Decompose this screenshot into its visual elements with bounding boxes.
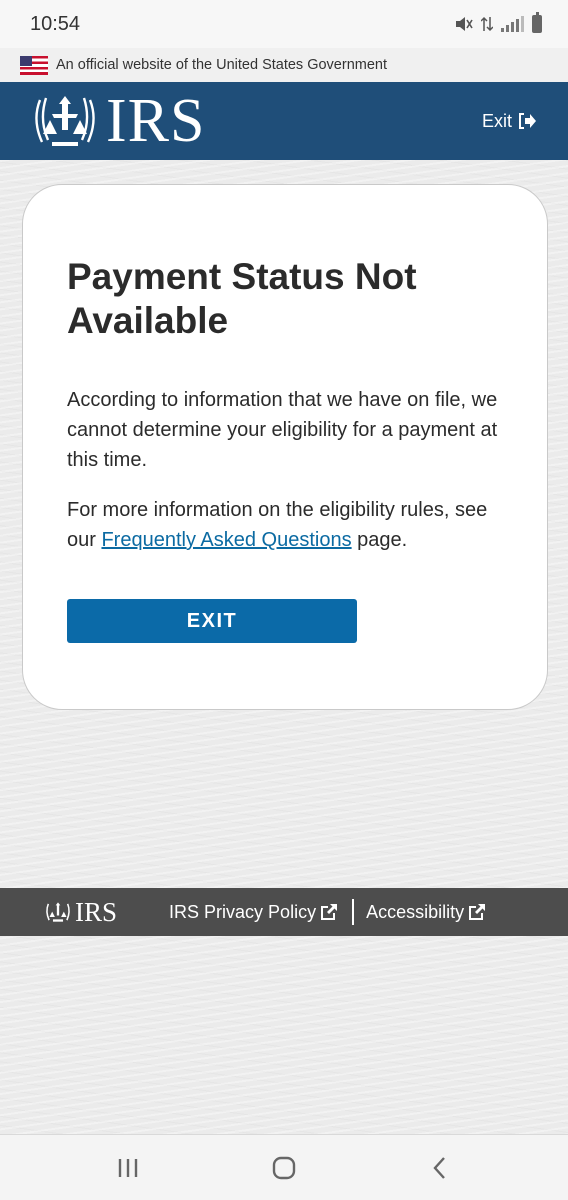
external-link-icon (469, 904, 486, 920)
home-icon (272, 1156, 296, 1179)
back-icon (433, 1156, 445, 1179)
external-link-icon (321, 904, 338, 920)
page-title: Payment Status Not Available (67, 256, 417, 341)
mute-icon (456, 17, 473, 31)
signal-icon (501, 16, 524, 32)
recent-apps-button[interactable] (108, 1148, 148, 1188)
irs-eagle-small-icon (46, 902, 70, 922)
home-button[interactable] (264, 1148, 304, 1188)
privacy-policy-label: IRS Privacy Policy (169, 901, 317, 922)
gov-banner-text: An official website of the United States… (56, 57, 387, 73)
system-nav-bar (0, 1134, 568, 1200)
privacy-policy-link[interactable]: IRS Privacy Policy (169, 902, 338, 923)
accessibility-label: Accessibility (366, 901, 465, 922)
status-icons (455, 12, 542, 33)
exit-arrow-icon (519, 113, 536, 129)
faq-message: For more information on the eligibility … (67, 495, 503, 555)
gov-banner: An official website of the United States… (0, 48, 568, 82)
irs-eagle-icon (35, 96, 95, 146)
exit-button[interactable]: EXIT (67, 599, 357, 643)
irs-logo-text: IRS (106, 87, 206, 155)
data-transfer-icon (481, 16, 493, 32)
status-time: 10:54 (30, 12, 81, 35)
site-footer: IRS IRS Privacy Policy Accessibility (0, 888, 568, 936)
back-button[interactable] (420, 1148, 460, 1188)
us-flag-icon (20, 55, 48, 75)
footer-irs-logo[interactable]: IRS (44, 896, 118, 927)
status-bar: 10:54 (0, 0, 568, 48)
header-exit-link[interactable]: Exit (482, 111, 536, 132)
footer-divider (352, 899, 355, 925)
faq-message-after: page. (351, 529, 408, 551)
status-card: Payment Status Not Available According t… (22, 184, 548, 710)
footer-logo-text: IRS (75, 896, 118, 927)
recent-apps-icon (118, 1158, 138, 1177)
eligibility-message: According to information that we have on… (67, 389, 498, 471)
accessibility-link[interactable]: Accessibility (366, 902, 486, 923)
irs-logo[interactable]: IRS (30, 90, 205, 152)
header-exit-label: Exit (481, 110, 512, 131)
site-header: IRS Exit (0, 82, 568, 160)
battery-icon (532, 12, 542, 33)
faq-link[interactable]: Frequently Asked Questions (101, 529, 351, 551)
